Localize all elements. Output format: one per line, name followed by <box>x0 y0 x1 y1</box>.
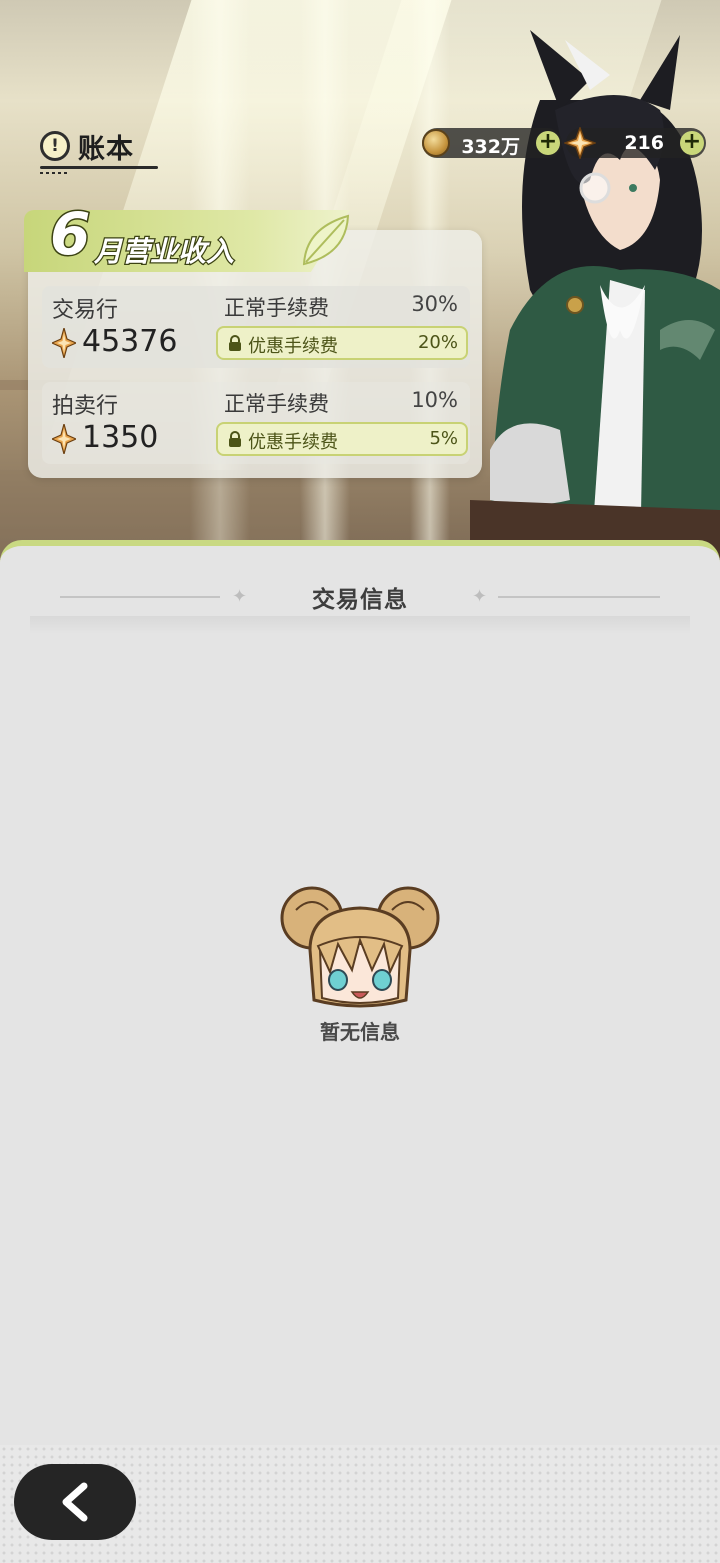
star-crystal-icon <box>52 424 76 454</box>
banner-title: 月营业收入 <box>93 234 236 270</box>
discount-fee-box: 优惠手续费 20% <box>216 326 468 360</box>
gold-coin-icon <box>420 127 452 159</box>
title-underline <box>40 166 158 169</box>
empty-state-mascot <box>280 886 440 1008</box>
row-name: 交易行 <box>52 298 119 323</box>
back-button[interactable] <box>14 1464 136 1540</box>
crystal-value: 216 <box>624 132 664 154</box>
sparkle-icon: ✦ <box>472 586 488 607</box>
divider-line <box>498 596 660 598</box>
monthly-income-banner: 6 月营业收入 <box>24 199 350 278</box>
normal-fee-label: 正常手续费 <box>224 392 329 416</box>
month-number: 6 <box>48 199 91 270</box>
panel-header: ✦ 交易信息 ✦ <box>0 574 720 620</box>
auction-house-row: 拍卖行 1350 正常手续费 10% 优惠手续费 5% <box>48 382 468 462</box>
page-header: ! 账本 <box>40 124 158 174</box>
lock-icon <box>229 335 241 351</box>
row-amount: 1350 <box>82 420 159 455</box>
coin-value: 332万 <box>461 136 520 158</box>
chevron-left-icon <box>62 1482 88 1522</box>
trade-house-row: 交易行 45376 正常手续费 30% 优惠手续费 20% <box>48 286 468 366</box>
star-crystal-icon <box>52 328 76 358</box>
row-name: 拍卖行 <box>52 394 119 419</box>
normal-fee-label: 正常手续费 <box>224 296 329 320</box>
row-amount: 45376 <box>82 324 178 359</box>
alert-circle-icon[interactable]: ! <box>40 131 70 161</box>
leaf-icon <box>302 214 350 266</box>
empty-state-text: 暂无信息 <box>320 1020 400 1044</box>
discount-fee-box: 优惠手续费 5% <box>216 422 468 456</box>
normal-fee-pct: 30% <box>411 292 458 316</box>
normal-fee-pct: 10% <box>411 388 458 412</box>
coin-balance: 332万 + <box>422 128 562 158</box>
discount-fee-pct: 20% <box>417 332 458 353</box>
trade-info-panel: ✦ 交易信息 ✦ <box>0 540 720 1563</box>
header-shadow <box>30 616 690 634</box>
crystal-balance: 216 + <box>564 127 706 159</box>
star-crystal-icon <box>564 127 596 159</box>
discount-fee-label: 优惠手续费 <box>248 432 338 453</box>
discount-fee-pct: 5% <box>429 428 458 449</box>
character-illustration <box>470 30 720 560</box>
add-crystal-button[interactable]: + <box>680 131 704 155</box>
page-title: 账本 <box>78 133 134 165</box>
add-coin-button[interactable]: + <box>536 131 560 155</box>
lock-icon <box>229 431 241 447</box>
discount-fee-label: 优惠手续费 <box>248 336 338 357</box>
title-dots <box>40 172 70 174</box>
